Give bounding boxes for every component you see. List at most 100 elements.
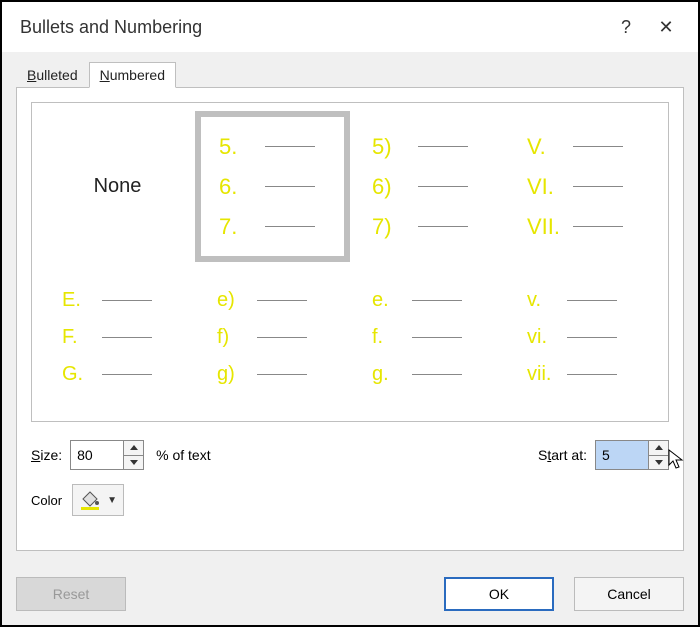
line-icon bbox=[412, 374, 462, 375]
dropdown-arrow-icon: ▼ bbox=[107, 495, 117, 506]
num-label: F. bbox=[62, 326, 96, 349]
tab-bulleted[interactable]: Bulleted bbox=[16, 62, 89, 88]
size-input[interactable] bbox=[71, 441, 123, 469]
size-spinner[interactable] bbox=[70, 440, 144, 470]
reset-button: Reset bbox=[16, 577, 126, 611]
num-label: e) bbox=[217, 289, 251, 312]
line-icon bbox=[567, 337, 617, 338]
tab-numbered-accel: N bbox=[100, 67, 110, 83]
gallery-row: 5) bbox=[372, 134, 495, 160]
num-label: 6) bbox=[372, 174, 412, 200]
chevron-up-icon bbox=[130, 445, 138, 450]
gallery-row: 5. bbox=[219, 134, 338, 160]
num-label: e. bbox=[372, 289, 406, 312]
num-label: g. bbox=[372, 363, 406, 386]
num-label: 5) bbox=[372, 134, 412, 160]
dialog-content: Bulleted Numbered None 5. 6. 7. 5) 6) bbox=[2, 52, 698, 565]
line-icon bbox=[257, 374, 307, 375]
gallery-tile-roman-lower-dot[interactable]: v. vi. vii. bbox=[505, 262, 660, 413]
line-icon bbox=[265, 226, 315, 227]
num-label: E. bbox=[62, 289, 96, 312]
start-at-spinner-down[interactable] bbox=[649, 455, 668, 470]
cancel-button[interactable]: Cancel bbox=[574, 577, 684, 611]
gallery-row: V. bbox=[527, 134, 650, 160]
num-label: 7) bbox=[372, 214, 412, 240]
help-button[interactable]: ? bbox=[606, 17, 646, 38]
chevron-up-icon bbox=[655, 445, 663, 450]
gallery-tile-alpha-lower-paren[interactable]: e) f) g) bbox=[195, 262, 350, 413]
paint-bucket-icon bbox=[79, 489, 101, 511]
gallery-row: 7) bbox=[372, 214, 495, 240]
num-label: vii. bbox=[527, 363, 561, 386]
num-label: 6. bbox=[219, 174, 259, 200]
gallery-tile-alpha-lower-dot[interactable]: e. f. g. bbox=[350, 262, 505, 413]
line-icon bbox=[418, 186, 468, 187]
line-icon bbox=[573, 186, 623, 187]
tab-numbered[interactable]: Numbered bbox=[89, 62, 176, 88]
start-at-spinner-up[interactable] bbox=[649, 441, 668, 455]
gallery-row: e. bbox=[372, 289, 495, 312]
line-icon bbox=[418, 226, 468, 227]
line-icon bbox=[573, 226, 623, 227]
line-icon bbox=[102, 337, 152, 338]
gallery-tile-arabic-dot[interactable]: 5. 6. 7. bbox=[195, 111, 350, 262]
num-label: 5. bbox=[219, 134, 259, 160]
tab-bulleted-accel: B bbox=[27, 67, 36, 83]
gallery-row: e) bbox=[217, 289, 340, 312]
gallery-tile-arabic-paren[interactable]: 5) 6) 7) bbox=[350, 111, 505, 262]
line-icon bbox=[102, 374, 152, 375]
gallery-row: f) bbox=[217, 326, 340, 349]
line-icon bbox=[412, 337, 462, 338]
num-label: VI. bbox=[527, 174, 567, 200]
gallery-row: 6. bbox=[219, 174, 338, 200]
num-label: g) bbox=[217, 363, 251, 386]
num-label: 7. bbox=[219, 214, 259, 240]
line-icon bbox=[257, 337, 307, 338]
num-label: f) bbox=[217, 326, 251, 349]
line-icon bbox=[265, 186, 315, 187]
gallery-row: 6) bbox=[372, 174, 495, 200]
line-icon bbox=[412, 300, 462, 301]
color-label: Color bbox=[31, 493, 62, 508]
tab-numbered-rest: umbered bbox=[110, 67, 165, 83]
dialog-footer: Reset OK Cancel bbox=[2, 565, 698, 625]
gallery-row: v. bbox=[527, 289, 650, 312]
gallery-row: VII. bbox=[527, 214, 650, 240]
start-at-spinner[interactable] bbox=[595, 440, 669, 470]
gallery-tile-roman-upper-dot[interactable]: V. VI. VII. bbox=[505, 111, 660, 262]
size-startat-row: Size: % of text Start at: bbox=[31, 440, 669, 470]
dialog-title: Bullets and Numbering bbox=[20, 17, 606, 38]
gallery-row: vi. bbox=[527, 326, 650, 349]
line-icon bbox=[573, 146, 623, 147]
num-label: f. bbox=[372, 326, 406, 349]
size-spinner-buttons bbox=[123, 441, 143, 469]
num-label: V. bbox=[527, 134, 567, 160]
num-label: VII. bbox=[527, 214, 567, 240]
gallery-row: E. bbox=[62, 289, 185, 312]
gallery-tile-none[interactable]: None bbox=[40, 111, 195, 262]
close-button[interactable]: ✕ bbox=[646, 17, 686, 38]
tab-strip: Bulleted Numbered bbox=[16, 58, 684, 88]
line-icon bbox=[257, 300, 307, 301]
start-at-input[interactable] bbox=[596, 441, 648, 469]
size-spinner-up[interactable] bbox=[124, 441, 143, 455]
gallery-row: vii. bbox=[527, 363, 650, 386]
chevron-down-icon bbox=[655, 460, 663, 465]
size-label: Size: bbox=[31, 447, 62, 463]
gallery-row: g. bbox=[372, 363, 495, 386]
gallery-row: VI. bbox=[527, 174, 650, 200]
gallery-row: g) bbox=[217, 363, 340, 386]
size-suffix: % of text bbox=[156, 447, 210, 463]
color-row: Color ▼ bbox=[31, 484, 669, 516]
gallery-tile-alpha-upper-dot[interactable]: E. F. G. bbox=[40, 262, 195, 413]
start-at-spinner-buttons bbox=[648, 441, 668, 469]
tab-bulleted-rest: ulleted bbox=[36, 67, 77, 83]
ok-button[interactable]: OK bbox=[444, 577, 554, 611]
line-icon bbox=[418, 146, 468, 147]
color-picker-button[interactable]: ▼ bbox=[72, 484, 124, 516]
chevron-down-icon bbox=[130, 460, 138, 465]
size-spinner-down[interactable] bbox=[124, 455, 143, 470]
tab-panel-numbered: None 5. 6. 7. 5) 6) 7) V. VI. VII. bbox=[16, 87, 684, 551]
gallery-row: f. bbox=[372, 326, 495, 349]
num-label: v. bbox=[527, 289, 561, 312]
